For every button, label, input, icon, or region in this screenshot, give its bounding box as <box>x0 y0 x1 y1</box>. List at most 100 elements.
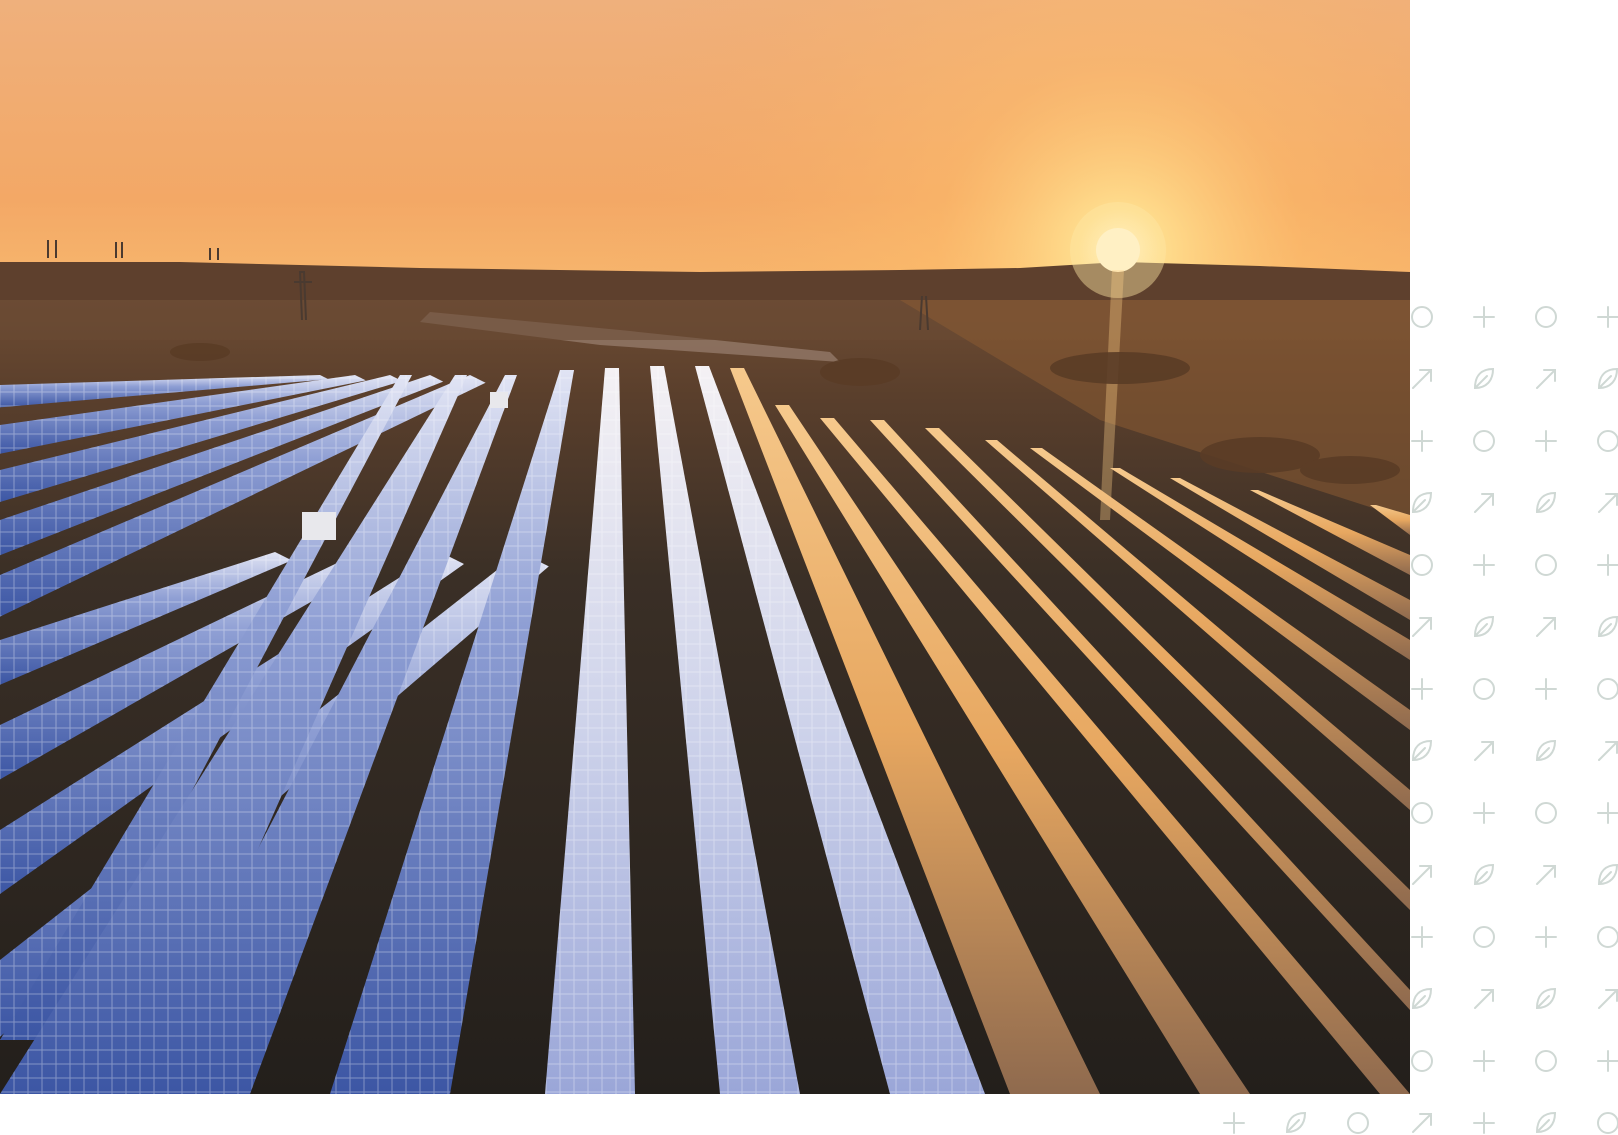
leaf-icon <box>1473 367 1495 390</box>
plus-shape <box>1411 678 1433 700</box>
plus-icon <box>1473 1050 1495 1072</box>
leaf-shape <box>1535 739 1557 762</box>
circle-shape <box>1411 1050 1433 1072</box>
inverter-box <box>490 392 508 408</box>
circle-shape <box>1473 430 1495 452</box>
circle-shape <box>1597 678 1618 700</box>
leaf-shape <box>1411 739 1433 762</box>
leaf-shape <box>1285 1111 1307 1134</box>
plus-shape <box>1473 802 1495 824</box>
arrow-icon <box>1598 493 1618 513</box>
leaf-icon <box>1411 987 1433 1010</box>
leaf-icon <box>1411 491 1433 514</box>
arrow-shape <box>1412 1113 1432 1133</box>
circle-icon <box>1473 678 1495 700</box>
arrow-icon <box>1412 369 1432 389</box>
circle-icon <box>1411 554 1433 576</box>
plus-icon <box>1597 554 1618 576</box>
plus-shape <box>1597 802 1618 824</box>
plus-shape <box>1473 1050 1495 1072</box>
plus-shape <box>1473 1112 1495 1134</box>
circle-shape <box>1597 926 1618 948</box>
arrow-shape <box>1536 865 1556 885</box>
plus-icon <box>1473 306 1495 328</box>
plus-icon <box>1223 1112 1245 1134</box>
leaf-shape <box>1411 491 1433 514</box>
arrow-icon <box>1412 617 1432 637</box>
leaf-icon <box>1535 987 1557 1010</box>
plus-icon <box>1597 306 1618 328</box>
arrow-icon <box>1412 1113 1432 1133</box>
leaf-icon <box>1411 739 1433 762</box>
plus-icon <box>1411 678 1433 700</box>
arrow-shape <box>1598 493 1618 513</box>
arrow-icon <box>1536 617 1556 637</box>
leaf-shape <box>1473 367 1495 390</box>
arrow-icon <box>1536 865 1556 885</box>
plus-icon <box>1535 430 1557 452</box>
plus-shape <box>1597 1050 1618 1072</box>
circle-icon <box>1535 802 1557 824</box>
circle-icon <box>1535 306 1557 328</box>
arrow-shape <box>1598 989 1618 1009</box>
leaf-icon <box>1597 615 1618 638</box>
leaf-icon <box>1535 491 1557 514</box>
circle-icon <box>1597 1112 1618 1134</box>
circle-shape <box>1473 678 1495 700</box>
plus-icon <box>1597 802 1618 824</box>
circle-icon <box>1597 926 1618 948</box>
circle-icon <box>1411 1050 1433 1072</box>
arrow-shape <box>1536 369 1556 389</box>
circle-shape <box>1535 554 1557 576</box>
circle-shape <box>1411 306 1433 328</box>
plus-shape <box>1223 1112 1245 1134</box>
arrow-shape <box>1474 989 1494 1009</box>
leaf-shape <box>1535 987 1557 1010</box>
circle-shape <box>1473 926 1495 948</box>
circle-icon <box>1473 926 1495 948</box>
plus-icon <box>1473 554 1495 576</box>
plus-icon <box>1411 430 1433 452</box>
circle-icon <box>1473 430 1495 452</box>
icon-grid <box>1223 306 1618 1134</box>
arrow-shape <box>1598 741 1618 761</box>
circle-icon <box>1597 678 1618 700</box>
circle-shape <box>1597 1112 1618 1134</box>
plus-shape <box>1535 678 1557 700</box>
solar-farm-illustration <box>0 0 1410 1094</box>
plus-shape <box>1473 306 1495 328</box>
leaf-icon <box>1473 863 1495 886</box>
plus-icon <box>1597 1050 1618 1072</box>
leaf-icon <box>1535 739 1557 762</box>
leaf-shape <box>1597 863 1618 886</box>
leaf-shape <box>1411 987 1433 1010</box>
arrow-icon <box>1474 989 1494 1009</box>
leaf-icon <box>1285 1111 1307 1134</box>
arrow-shape <box>1412 865 1432 885</box>
arrow-shape <box>1474 741 1494 761</box>
plus-shape <box>1411 430 1433 452</box>
arrow-icon <box>1598 989 1618 1009</box>
plus-shape <box>1473 554 1495 576</box>
arrow-icon <box>1598 741 1618 761</box>
leaf-icon <box>1535 1111 1557 1134</box>
plus-icon <box>1535 678 1557 700</box>
arrow-shape <box>1474 493 1494 513</box>
leaf-icon <box>1597 863 1618 886</box>
leaf-shape <box>1473 863 1495 886</box>
plus-icon <box>1535 926 1557 948</box>
circle-shape <box>1535 1050 1557 1072</box>
arrow-shape <box>1412 369 1432 389</box>
circle-icon <box>1597 430 1618 452</box>
plus-icon <box>1411 926 1433 948</box>
leaf-icon <box>1473 615 1495 638</box>
circle-shape <box>1597 430 1618 452</box>
circle-shape <box>1347 1112 1369 1134</box>
solar-farm-photo <box>0 0 1410 1094</box>
circle-shape <box>1535 802 1557 824</box>
plus-shape <box>1411 926 1433 948</box>
decorative-icon-pattern <box>1220 290 1618 1135</box>
leaf-shape <box>1535 1111 1557 1134</box>
arrow-shape <box>1412 617 1432 637</box>
circle-icon <box>1411 306 1433 328</box>
